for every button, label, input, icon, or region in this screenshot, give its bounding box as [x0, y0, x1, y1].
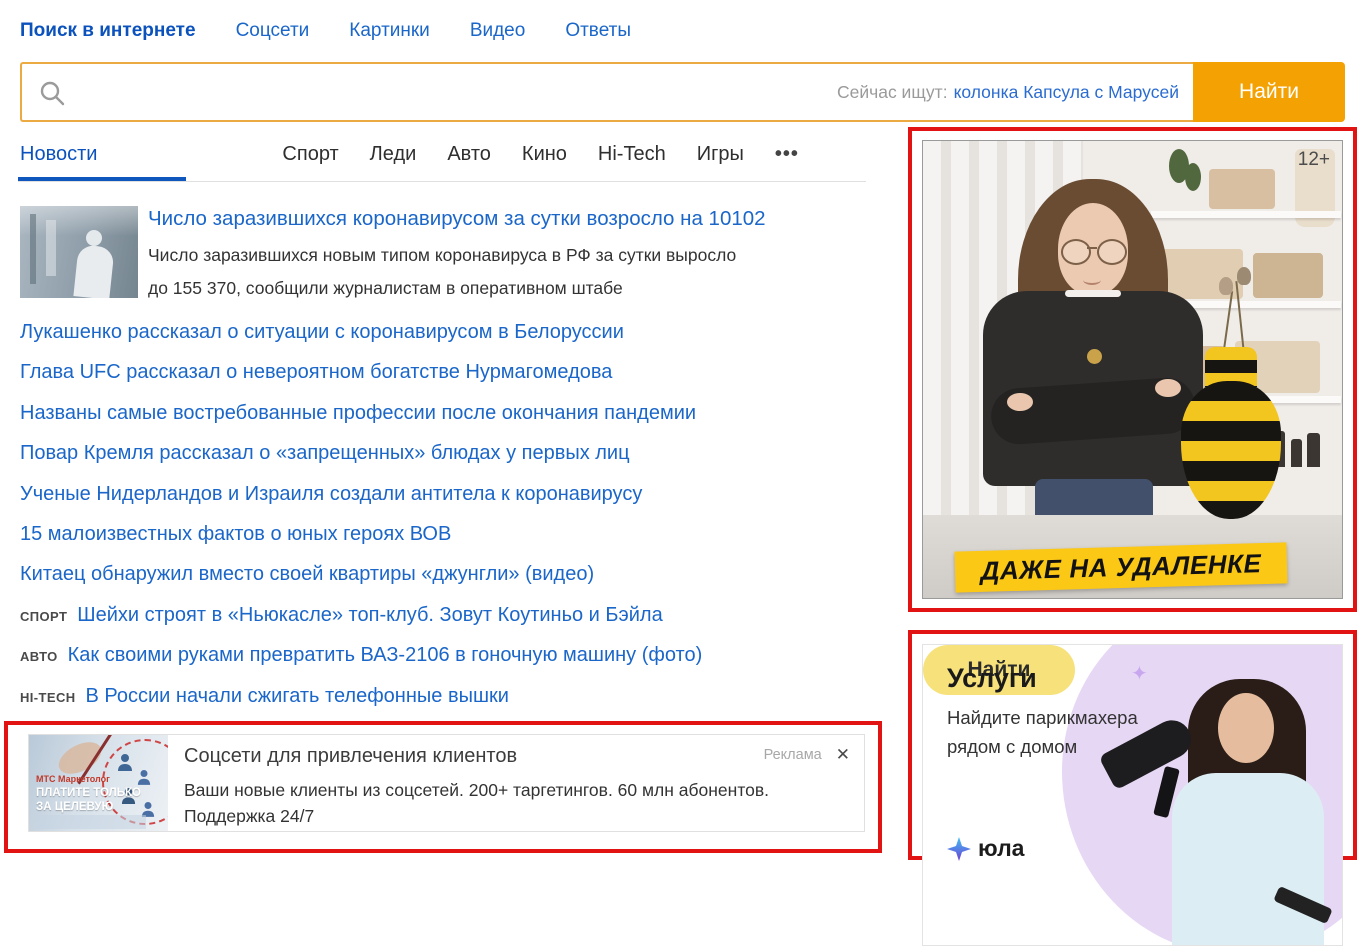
news-tab[interactable]: ••• [775, 143, 799, 166]
hand-shape [1007, 393, 1033, 411]
inline-ad[interactable]: МТС Маркетолог ПЛАТИТЕ ТОЛЬКО ЗА ЦЕЛЕВУЮ… [28, 734, 865, 832]
shelf-shape [1151, 211, 1341, 218]
ad-label: Реклама [764, 747, 822, 763]
sparkle-icon: ✦ [1131, 661, 1148, 686]
news-link-text: В России начали сжигать телефонные вышки [86, 685, 509, 707]
cut-text-decoration [36, 815, 146, 829]
services-subtitle-line2: рядом с домом [947, 736, 1077, 758]
news-link[interactable]: Лукашенко рассказал о ситуации с коронав… [20, 312, 865, 352]
medic-figure-shape [73, 244, 114, 298]
top-nav: Поиск в интернете Соцсети Картинки Видео Отв… [20, 20, 631, 42]
inline-ad-title[interactable]: Соцсети для привлечения клиентов [184, 745, 848, 768]
hand-shape [1155, 379, 1181, 397]
banner-ad[interactable]: 12+ ДАЖЕ НА УДАЛЕНКЕ [922, 140, 1343, 599]
close-icon[interactable]: ✕ [836, 745, 850, 765]
glasses-shape [1061, 239, 1091, 265]
news-tab[interactable]: Новости [20, 143, 97, 166]
services-title: Услуги [947, 663, 1037, 694]
news-tab[interactable]: Авто [447, 143, 491, 166]
collar-shape [1065, 290, 1121, 297]
news-link-text: 15 малоизвестных фактов о юных героях ВО… [20, 523, 451, 545]
lead-news-title[interactable]: Число заразившихся коронавирусом за сутк… [148, 207, 848, 231]
portal-page: { "nav": { "items": [ {"label": "Поиск в… [0, 0, 1357, 860]
news-link-text: Как своими руками превратить ВАЗ-2106 в … [68, 644, 703, 666]
news-tab[interactable]: Игры [697, 143, 744, 166]
news-link-text: Лукашенко рассказал о ситуации с коронав… [20, 321, 624, 343]
bottle-shape [1307, 433, 1320, 467]
pendant-shape [1087, 349, 1102, 364]
news-link-text: Повар Кремля рассказал о «запрещенных» б… [20, 442, 630, 464]
news-tab[interactable]: Кино [522, 143, 567, 166]
search-button[interactable]: Найти [1193, 62, 1345, 122]
lead-news-summary: Число заразившихся новым типом коронавир… [148, 239, 760, 305]
ad-thumbnail[interactable]: МТС Маркетолог ПЛАТИТЕ ТОЛЬКО ЗА ЦЕЛЕВУЮ [29, 735, 168, 831]
news-link-text: Китаец обнаружил вместо своей квартиры «… [20, 563, 594, 585]
news-list: Лукашенко рассказал о ситуации с коронав… [20, 312, 865, 716]
search-icon [38, 79, 66, 107]
news-link[interactable]: спорт Шейхи строят в «Ньюкасле» топ-клуб.… [20, 595, 865, 635]
basket-shape [1253, 253, 1323, 298]
services-ad[interactable]: ✦ Услуги Найдите парикмахера рядом с дом… [922, 644, 1343, 946]
glasses-shape [1097, 239, 1127, 265]
search-input[interactable]: Сейчас ищут: колонка Капсула с Марусей [20, 62, 1193, 122]
search-bar: Сейчас ищут: колонка Капсула с Марусей Н… [20, 62, 1345, 122]
news-link[interactable]: Ученые Нидерландов и Израиля создали ант… [20, 474, 865, 514]
top-nav-link[interactable]: Соцсети [236, 20, 310, 42]
search-suggestion-link[interactable]: колонка Капсула с Марусей [954, 82, 1179, 103]
top-nav-link[interactable]: Картинки [349, 20, 430, 42]
news-link[interactable]: Глава UFC рассказал о невероятном богатс… [20, 352, 865, 392]
bottle-shape [1291, 439, 1302, 467]
news-tab[interactable]: Леди [370, 143, 417, 166]
basket-shape [1209, 169, 1275, 209]
ad-thumb-slogan-line2: ЗА ЦЕЛЕВУЮ [36, 801, 113, 813]
top-nav-link[interactable]: Ответы [565, 20, 631, 42]
woman-face-shape [1218, 693, 1274, 763]
news-category-label: спорт [20, 609, 67, 624]
yula-brand: юла [947, 835, 1024, 862]
lead-news-thumbnail[interactable] [20, 206, 138, 298]
news-tabs: Новости Спорт Леди Авто Кино Hi-Tech Игры ••• [20, 143, 830, 166]
glasses-shape [1087, 247, 1097, 249]
person-icon [137, 769, 151, 785]
hospital-equipment-shape [46, 220, 56, 276]
yula-brand-text: юла [978, 835, 1024, 862]
person-icon [117, 753, 133, 771]
inline-ad-text: Ваши новые клиенты из соцсетей. 200+ тар… [184, 777, 784, 829]
hospital-equipment-shape [30, 214, 36, 284]
plant-shape [1185, 163, 1201, 191]
dried-flower-shape [1219, 277, 1233, 295]
news-link-text: Шейхи строят в «Ньюкасле» топ-клуб. Зову… [77, 604, 662, 626]
news-link[interactable]: Названы самые востребованные профессии п… [20, 393, 865, 433]
tabs-divider [18, 181, 866, 182]
search-suggestion-label: Сейчас ищут: [837, 82, 948, 103]
top-nav-link[interactable]: Видео [470, 20, 526, 42]
news-tab[interactable]: Спорт [282, 143, 338, 166]
news-link[interactable]: авто Как своими руками превратить ВАЗ-210… [20, 635, 865, 675]
inline-ad-body: Соцсети для привлечения клиентов Реклама… [168, 735, 864, 831]
top-nav-link[interactable]: Поиск в интернете [20, 20, 196, 42]
news-category-label: hi-tech [20, 690, 76, 705]
smile-shape [1083, 275, 1101, 285]
ad-thumb-slogan-line1: ПЛАТИТЕ ТОЛЬКО [36, 787, 141, 799]
news-link-text: Глава UFC рассказал о невероятном богатс… [20, 361, 612, 383]
services-subtitle-line1: Найдите парикмахера [947, 707, 1138, 729]
news-link-text: Ученые Нидерландов и Израиля создали ант… [20, 483, 642, 505]
medic-figure-shape [86, 230, 102, 246]
dried-flower-shape [1237, 267, 1251, 285]
thumbnail-light [20, 206, 138, 236]
news-link-text: Названы самые востребованные профессии п… [20, 402, 696, 424]
age-rating-badge: 12+ [1298, 149, 1330, 171]
news-link[interactable]: hi-tech В России начали сжигать телефонны… [20, 676, 865, 716]
news-category-label: авто [20, 649, 58, 664]
yula-star-icon [947, 837, 971, 861]
news-link[interactable]: Китаец обнаружил вместо своей квартиры «… [20, 554, 865, 594]
news-link[interactable]: Повар Кремля рассказал о «запрещенных» б… [20, 433, 865, 473]
search-suggestion: Сейчас ищут: колонка Капсула с Марусей [837, 64, 1179, 120]
news-tab[interactable]: Hi-Tech [598, 143, 666, 166]
news-link[interactable]: 15 малоизвестных фактов о юных героях ВО… [20, 514, 865, 554]
ad-thumb-brand: МТС Маркетолог [36, 774, 110, 784]
